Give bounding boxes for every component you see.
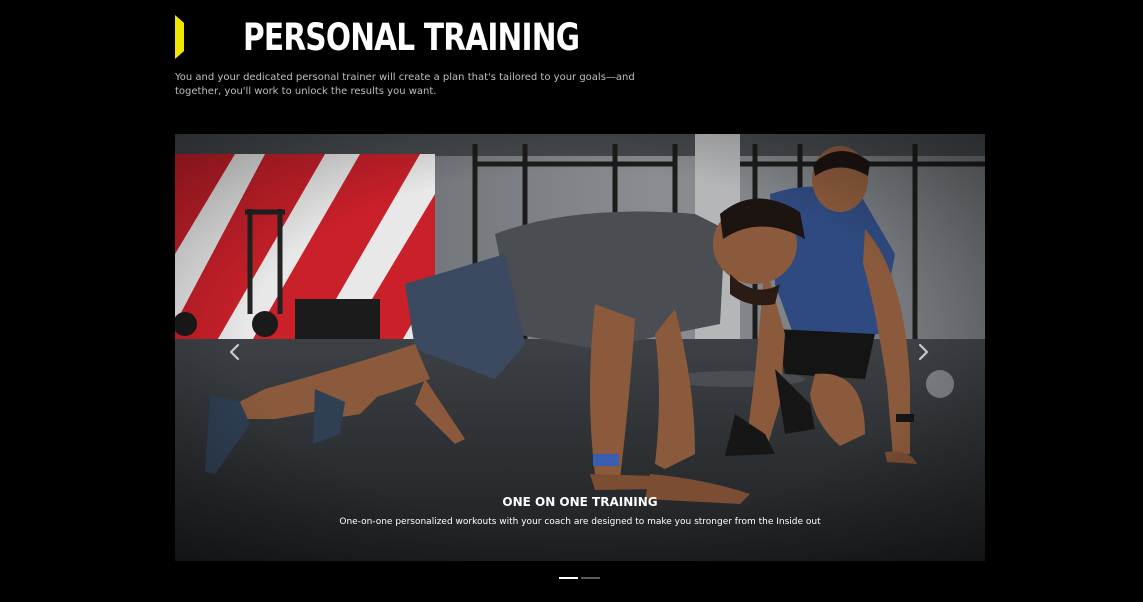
slide-caption: ONE ON ONE TRAINING One-on-one personali… bbox=[175, 494, 985, 528]
chevron-left-icon bbox=[229, 343, 240, 361]
page: PERSONAL TRAINING You and your dedicated… bbox=[0, 0, 1143, 602]
page-description: You and your dedicated personal trainer … bbox=[175, 72, 635, 97]
slider-dot-1[interactable] bbox=[559, 577, 578, 579]
slider-next-button[interactable] bbox=[916, 340, 932, 364]
page-title: PERSONAL TRAINING bbox=[243, 16, 580, 59]
slide-text: One-on-one personalized workouts with yo… bbox=[339, 517, 821, 527]
chevron-right-icon bbox=[918, 343, 929, 361]
slider-pagination bbox=[559, 577, 600, 579]
slider-prev-button[interactable] bbox=[226, 340, 242, 364]
slider-dot-2[interactable] bbox=[581, 577, 600, 579]
slide-title: ONE ON ONE TRAINING bbox=[502, 495, 658, 509]
title-accent-bar bbox=[175, 15, 184, 59]
image-slider: ONE ON ONE TRAINING One-on-one personali… bbox=[175, 134, 985, 561]
